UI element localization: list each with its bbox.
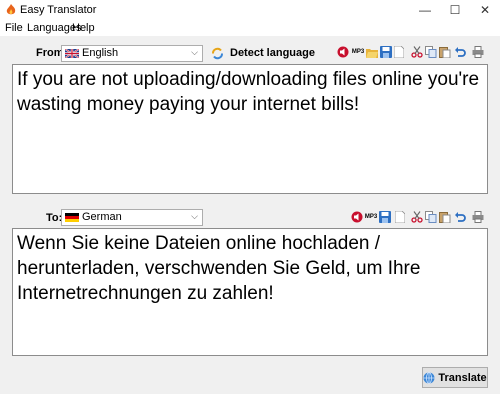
copy-icon[interactable]: [425, 45, 437, 59]
window-title: Easy Translator: [20, 4, 97, 16]
chevron-down-icon: ⌵: [191, 211, 198, 221]
target-language-value: German: [82, 211, 122, 223]
maximize-icon: ☐: [449, 3, 461, 17]
paste-icon[interactable]: [439, 45, 451, 59]
title-bar[interactable]: Easy Translator — ☐ ✕: [0, 0, 500, 20]
open-folder-icon[interactable]: [366, 45, 378, 59]
cut-icon[interactable]: [411, 45, 423, 59]
copy-icon[interactable]: [425, 210, 437, 224]
source-language-value: English: [82, 47, 119, 59]
cut-icon[interactable]: [411, 210, 423, 224]
germany-flag-icon: [65, 213, 79, 222]
target-text-area[interactable]: Wenn Sie keine Dateien online hochladen …: [12, 228, 488, 356]
close-button[interactable]: ✕: [470, 0, 500, 20]
menu-bar: File Languages Help: [0, 20, 500, 36]
chevron-down-icon: ⌵: [191, 47, 198, 57]
target-language-select[interactable]: German ⌵: [61, 209, 203, 226]
detect-language-label[interactable]: Detect language: [230, 47, 315, 59]
menu-help[interactable]: Help: [72, 22, 95, 34]
minimize-button[interactable]: —: [410, 0, 440, 20]
save-icon[interactable]: [380, 45, 392, 59]
translate-button-label: Translate: [438, 371, 487, 384]
undo-icon[interactable]: [454, 45, 466, 59]
speaker-icon[interactable]: [337, 45, 349, 59]
speaker-icon[interactable]: [351, 210, 363, 224]
new-document-icon[interactable]: [393, 45, 405, 59]
maximize-button[interactable]: ☐: [440, 0, 470, 20]
app-flame-icon: [6, 4, 16, 15]
translate-button[interactable]: Translate: [422, 367, 488, 388]
save-icon[interactable]: [379, 210, 391, 224]
menu-file[interactable]: File: [5, 22, 23, 34]
refresh-icon[interactable]: [210, 46, 224, 60]
close-icon: ✕: [479, 3, 491, 17]
to-label: To:: [46, 212, 63, 224]
print-icon[interactable]: [472, 45, 484, 59]
source-text-area[interactable]: If you are not uploading/downloading fil…: [12, 64, 488, 194]
globe-icon: [423, 371, 435, 384]
uk-flag-icon: [65, 49, 79, 58]
minimize-icon: —: [419, 3, 431, 17]
mp3-icon[interactable]: MP3: [351, 45, 365, 59]
mp3-icon[interactable]: MP3: [364, 210, 378, 224]
source-language-select[interactable]: English ⌵: [61, 45, 203, 62]
new-document-icon[interactable]: [394, 210, 406, 224]
undo-icon[interactable]: [454, 210, 466, 224]
print-icon[interactable]: [472, 210, 484, 224]
paste-icon[interactable]: [439, 210, 451, 224]
